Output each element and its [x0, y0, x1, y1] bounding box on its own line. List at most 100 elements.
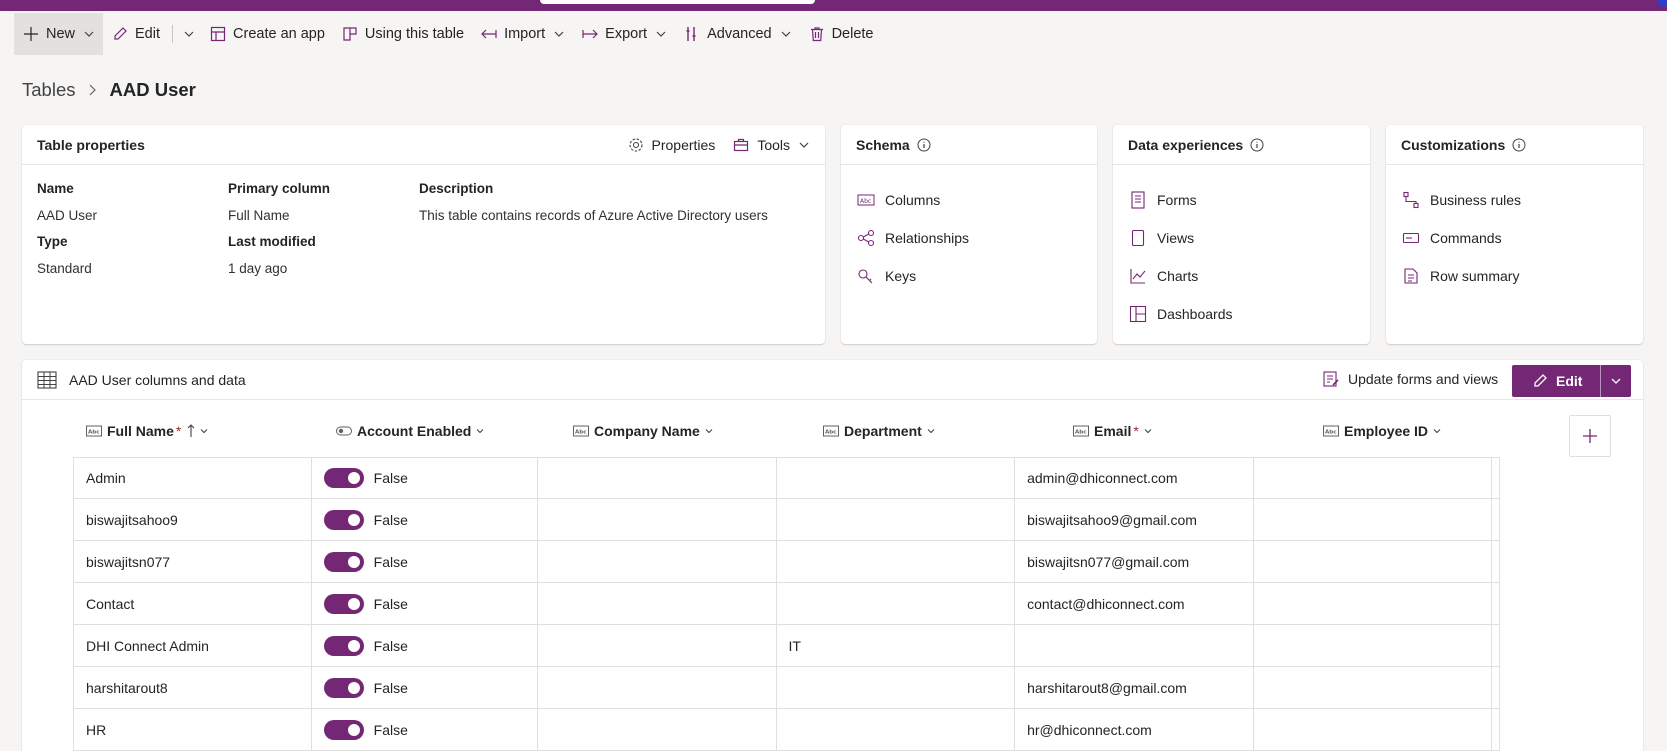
account-enabled-cell[interactable]: False	[312, 625, 538, 666]
table-edit-dropdown[interactable]	[1601, 375, 1631, 387]
email-cell[interactable]: admin@dhiconnect.com	[1015, 458, 1254, 498]
avatar[interactable]	[1657, 0, 1667, 7]
company-name-cell[interactable]	[538, 499, 777, 540]
company-name-cell[interactable]	[538, 667, 777, 708]
department-cell[interactable]	[777, 458, 1016, 498]
department-cell[interactable]	[777, 709, 1016, 750]
item-label: Row summary	[1430, 268, 1520, 284]
item-label: Views	[1157, 230, 1195, 246]
column-header-department[interactable]: Abc Department	[823, 414, 936, 448]
table-row[interactable]: biswajitsn077 False biswajitsn077@gmail.…	[73, 541, 1500, 583]
enabled-toggle[interactable]	[323, 509, 364, 530]
enabled-toggle[interactable]	[323, 677, 364, 698]
info-icon[interactable]	[1512, 138, 1526, 152]
column-header-company-name[interactable]: Abc Company Name	[573, 414, 714, 448]
enabled-toggle[interactable]	[323, 593, 364, 614]
department-cell[interactable]	[777, 667, 1016, 708]
email-cell[interactable]: biswajitsn077@gmail.com	[1015, 541, 1254, 582]
charts-link[interactable]: Charts	[1129, 257, 1370, 295]
enabled-toggle[interactable]	[323, 551, 364, 572]
row-summary-link[interactable]: Row summary	[1402, 257, 1643, 295]
email-cell[interactable]: hr@dhiconnect.com	[1015, 709, 1254, 750]
full-name-cell[interactable]: harshitarout8	[73, 667, 312, 708]
forms-link[interactable]: Forms	[1129, 181, 1370, 219]
full-name-cell[interactable]: DHI Connect Admin	[73, 625, 312, 666]
info-icon[interactable]	[1250, 138, 1264, 152]
using-table-button[interactable]: Using this table	[333, 13, 472, 55]
update-forms-views-button[interactable]: Update forms and views	[1322, 370, 1498, 388]
employee-id-cell[interactable]	[1254, 583, 1493, 624]
search-box[interactable]	[540, 0, 815, 4]
employee-id-cell[interactable]	[1254, 709, 1493, 750]
email-cell[interactable]	[1015, 625, 1254, 666]
full-name-cell[interactable]: Contact	[73, 583, 312, 624]
wrench-icon	[683, 25, 701, 43]
business-rules-link[interactable]: Business rules	[1402, 181, 1643, 219]
add-column-button[interactable]	[1569, 415, 1611, 457]
table-edit-button[interactable]: Edit	[1512, 373, 1600, 389]
email-cell[interactable]: contact@dhiconnect.com	[1015, 583, 1254, 624]
full-name-cell[interactable]: HR	[73, 709, 312, 750]
email-cell[interactable]: harshitarout8@gmail.com	[1015, 667, 1254, 708]
delete-button[interactable]: Delete	[800, 13, 882, 55]
full-name-cell[interactable]: biswajitsahoo9	[73, 499, 312, 540]
plus-icon	[22, 25, 40, 43]
column-header-email[interactable]: Abc Email *	[1073, 414, 1153, 448]
email-cell[interactable]: biswajitsahoo9@gmail.com	[1015, 499, 1254, 540]
pencil-icon	[1532, 373, 1548, 389]
account-enabled-cell[interactable]: False	[312, 583, 538, 624]
account-enabled-cell[interactable]: False	[312, 458, 538, 498]
department-cell[interactable]: IT	[777, 625, 1016, 666]
export-button[interactable]: Export	[573, 13, 675, 55]
create-app-button[interactable]: Create an app	[201, 13, 333, 55]
table-row[interactable]: biswajitsahoo9 False biswajitsahoo9@gmai…	[73, 499, 1500, 541]
schema-keys-link[interactable]: Keys	[857, 257, 1097, 295]
account-enabled-cell[interactable]: False	[312, 499, 538, 540]
column-header-account-enabled[interactable]: Account Enabled	[336, 414, 485, 448]
table-row[interactable]: HR False hr@dhiconnect.com	[73, 709, 1500, 751]
table-row[interactable]: harshitarout8 False harshitarout8@gmail.…	[73, 667, 1500, 709]
employee-id-cell[interactable]	[1254, 499, 1493, 540]
enabled-toggle[interactable]	[323, 719, 364, 740]
enabled-toggle[interactable]	[323, 635, 364, 656]
company-name-cell[interactable]	[538, 625, 777, 666]
edit-button[interactable]: Edit	[103, 13, 168, 55]
account-enabled-cell[interactable]: False	[312, 667, 538, 708]
dashboards-link[interactable]: Dashboards	[1129, 295, 1370, 333]
company-name-cell[interactable]	[538, 458, 777, 498]
company-name-cell[interactable]	[538, 709, 777, 750]
import-button[interactable]: Import	[472, 13, 573, 55]
company-name-cell[interactable]	[538, 583, 777, 624]
tools-button[interactable]: Tools	[733, 137, 810, 153]
schema-relationships-link[interactable]: Relationships	[857, 219, 1097, 257]
info-icon[interactable]	[917, 138, 931, 152]
properties-button[interactable]: Properties	[628, 137, 715, 153]
enabled-toggle[interactable]	[323, 468, 364, 488]
column-header-employee-id[interactable]: Abc Employee ID	[1323, 414, 1442, 448]
account-enabled-cell[interactable]: False	[312, 709, 538, 750]
table-row[interactable]: Contact False contact@dhiconnect.com	[73, 583, 1500, 625]
import-icon	[480, 25, 498, 43]
edit-dropdown-button[interactable]	[177, 13, 201, 55]
schema-columns-link[interactable]: Abc Columns	[857, 181, 1097, 219]
department-cell[interactable]	[777, 541, 1016, 582]
new-button[interactable]: New	[14, 13, 104, 55]
commands-link[interactable]: Commands	[1402, 219, 1643, 257]
advanced-button[interactable]: Advanced	[675, 13, 800, 55]
account-enabled-cell[interactable]: False	[312, 541, 538, 582]
views-link[interactable]: Views	[1129, 219, 1370, 257]
table-row[interactable]: Admin False admin@dhiconnect.com	[73, 457, 1500, 499]
department-cell[interactable]	[777, 583, 1016, 624]
department-cell[interactable]	[777, 499, 1016, 540]
table-row[interactable]: DHI Connect Admin False IT	[73, 625, 1500, 667]
chevron-down-icon	[83, 28, 95, 40]
employee-id-cell[interactable]	[1254, 667, 1493, 708]
full-name-cell[interactable]: biswajitsn077	[73, 541, 312, 582]
employee-id-cell[interactable]	[1254, 541, 1493, 582]
employee-id-cell[interactable]	[1254, 458, 1493, 498]
company-name-cell[interactable]	[538, 541, 777, 582]
full-name-cell[interactable]: Admin	[73, 458, 312, 498]
column-header-full-name[interactable]: Abc Full Name *	[86, 414, 209, 448]
breadcrumb-tables-link[interactable]: Tables	[22, 79, 75, 101]
employee-id-cell[interactable]	[1254, 625, 1493, 666]
